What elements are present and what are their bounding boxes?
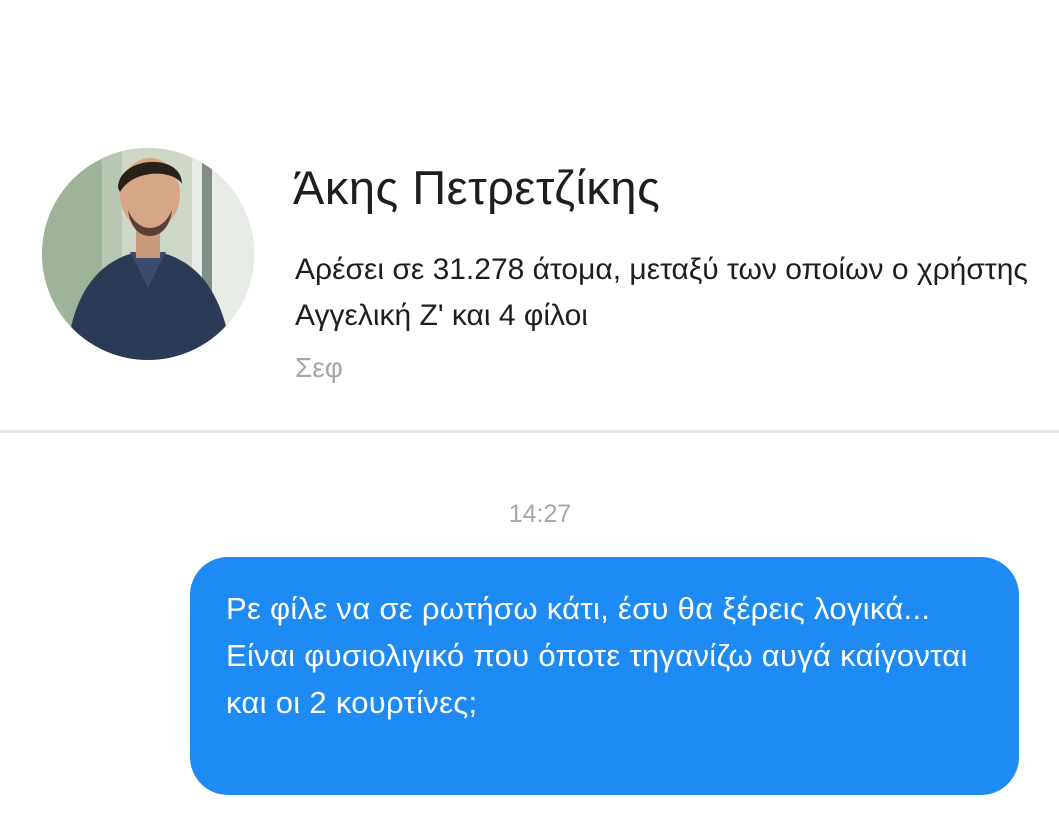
profile-header: Άκης Πετρετζίκης Αρέσει σε 31.278 άτομα,… (0, 0, 1059, 432)
profile-avatar[interactable] (42, 148, 254, 360)
profile-name[interactable]: Άκης Πετρετζίκης (293, 160, 660, 215)
divider (0, 430, 1059, 433)
message-text: Ρε φίλε να σε ρωτήσω κάτι, έσυ θα ξέρεις… (226, 591, 968, 720)
person-photo-icon (42, 148, 254, 360)
message-timestamp: 14:27 (508, 500, 572, 528)
page-likes-info: Αρέσει σε 31.278 άτομα, μεταξύ των οποίω… (295, 253, 1028, 332)
page-category: Σεφ (295, 352, 343, 383)
outgoing-message-bubble[interactable]: Ρε φίλε να σε ρωτήσω κάτι, έσυ θα ξέρεις… (190, 557, 1019, 795)
